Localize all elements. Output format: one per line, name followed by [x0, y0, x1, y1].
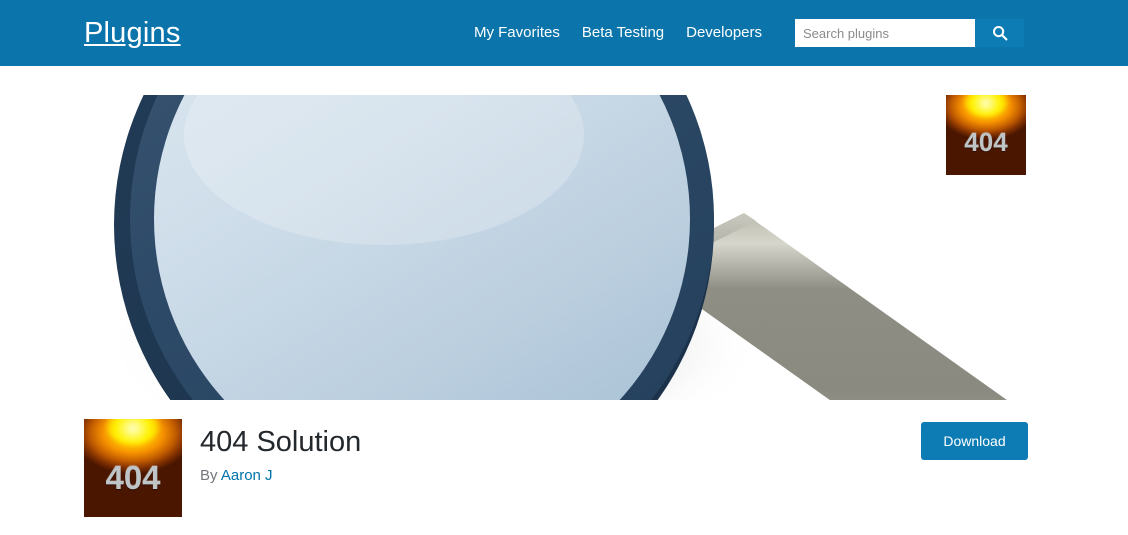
- plugin-summary-row: 404 404 Solution By Aaron J Download: [84, 419, 1028, 519]
- plugin-author-link[interactable]: Aaron J: [221, 467, 273, 484]
- download-button[interactable]: Download: [921, 422, 1028, 460]
- search-input[interactable]: [795, 19, 975, 47]
- plugin-banner: [84, 95, 1028, 400]
- magnifying-glass-illustration: [84, 95, 1028, 400]
- search-submit-button[interactable]: [975, 19, 1024, 47]
- search-icon: [992, 25, 1008, 41]
- plugin-meta: 404 Solution By Aaron J: [200, 423, 361, 487]
- icon-404-label-large: 404: [105, 459, 161, 497]
- plugin-byline: By Aaron J: [200, 465, 361, 487]
- search-form: [795, 19, 1024, 47]
- plugin-thumbnail-404: 404: [946, 95, 1026, 175]
- nav-developers[interactable]: Developers: [675, 23, 773, 43]
- icon-404-art-large: 404: [84, 419, 182, 517]
- site-brand-plugins[interactable]: Plugins: [84, 14, 181, 52]
- plugin-icon-404[interactable]: 404: [84, 419, 182, 517]
- icon-404-label: 404: [964, 127, 1008, 158]
- nav-beta-testing[interactable]: Beta Testing: [571, 23, 675, 43]
- site-header: Plugins My Favorites Beta Testing Develo…: [0, 0, 1128, 66]
- header-nav-group: My Favorites Beta Testing Developers: [474, 0, 1024, 66]
- magnifier-lens: [114, 95, 714, 400]
- icon-404-art: 404: [946, 95, 1026, 175]
- nav-my-favorites[interactable]: My Favorites: [474, 23, 571, 43]
- plugin-by-label: By: [200, 467, 218, 484]
- plugin-title: 404 Solution: [200, 426, 362, 458]
